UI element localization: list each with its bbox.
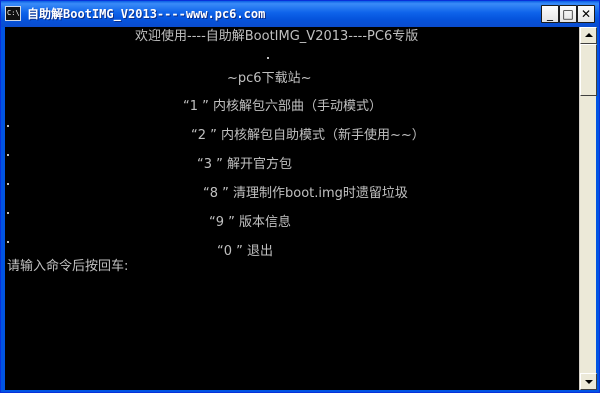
window-title: 自助解BootIMG_V2013----www.pc6.com (27, 7, 266, 21)
menu-item-8: “8 ” 清理制作boot.img时遗留垃圾 (203, 186, 408, 201)
console-window: C:\ 自助解BootIMG_V2013----www.pc6.com _ □ … (0, 0, 600, 393)
console-dot (7, 241, 9, 243)
console-header: 欢迎使用----自助解BootIMG_V2013----PC6专版 (135, 29, 419, 44)
menu-item-0: “0 ” 退出 (217, 244, 274, 259)
minimize-button[interactable]: _ (541, 5, 559, 23)
arrow-down-icon (585, 380, 593, 384)
command-prompt[interactable]: 请输入命令后按回车: (7, 259, 128, 275)
minimize-icon: _ (547, 7, 553, 21)
vertical-scrollbar[interactable] (579, 27, 597, 390)
scroll-up-button[interactable] (580, 27, 597, 44)
console-icon[interactable]: C:\ (5, 6, 21, 21)
console-site-line: ~pc6下载站~ (227, 71, 312, 86)
console-dot (7, 183, 9, 185)
console-output[interactable]: 欢迎使用----自助解BootIMG_V2013----PC6专版 ~pc6下载… (5, 27, 579, 390)
console-dot (7, 212, 9, 214)
arrow-up-icon (585, 33, 593, 37)
menu-item-2: “2 ” 内核解包自助模式（新手使用~~） (191, 128, 425, 143)
scroll-thumb[interactable] (580, 44, 597, 96)
menu-item-9: “9 ” 版本信息 (209, 215, 292, 230)
console-dot (7, 125, 9, 127)
maximize-button[interactable]: □ (559, 5, 577, 23)
close-icon: ✕ (580, 7, 592, 21)
console-dot (7, 154, 9, 156)
menu-item-3: “3 ” 解开官方包 (197, 157, 293, 172)
maximize-icon: □ (562, 7, 574, 21)
menu-item-1: “1 ” 内核解包六部曲（手动模式） (183, 99, 383, 114)
console-dot (267, 57, 269, 59)
close-button[interactable]: ✕ (577, 5, 595, 23)
scroll-down-button[interactable] (580, 373, 597, 390)
title-bar[interactable]: C:\ 自助解BootIMG_V2013----www.pc6.com _ □ … (1, 1, 599, 27)
